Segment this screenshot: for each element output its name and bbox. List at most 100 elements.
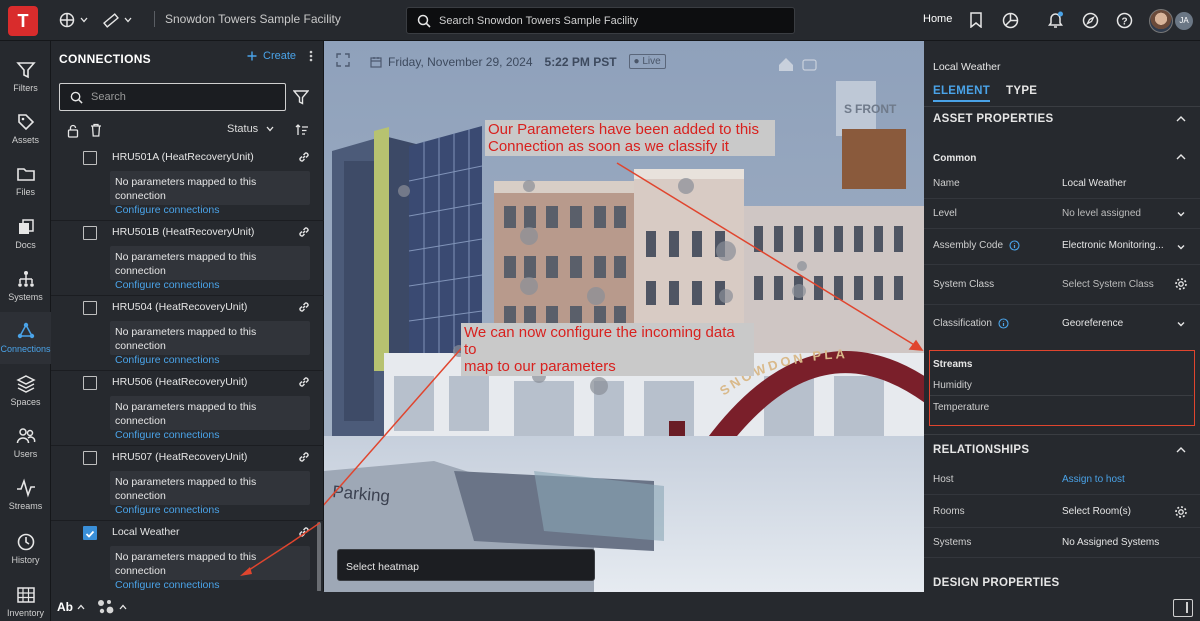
filter-button[interactable] [291, 87, 311, 107]
sidebar-item-filters[interactable]: Filters [0, 51, 51, 103]
user-avatar[interactable]: JA [1149, 8, 1193, 34]
configure-connections-link[interactable]: Configure connections [115, 503, 305, 517]
bubbles-icon[interactable] [96, 598, 116, 616]
connection-checkbox[interactable] [83, 376, 97, 390]
pulse-icon [16, 478, 35, 498]
info-icon[interactable] [998, 318, 1009, 329]
sidebar-item-systems[interactable]: Systems [0, 260, 51, 312]
select-rooms-value[interactable]: Select Room(s) [1062, 506, 1174, 517]
gear-icon[interactable] [1174, 505, 1188, 519]
sort-order-icon[interactable] [295, 123, 309, 137]
sidebar-item-label: Systems [8, 292, 43, 302]
trash-icon[interactable] [90, 123, 102, 137]
sidebar-item-connections[interactable]: Connections [0, 312, 51, 364]
connection-name: HRU501A (HeatRecoveryUnit) [112, 151, 254, 163]
connection-status-box: No parameters mapped to this connection C… [110, 321, 310, 366]
configure-connections-link[interactable]: Configure connections [115, 428, 305, 442]
chevron-up-icon[interactable] [1176, 153, 1186, 161]
app-logo[interactable]: T [8, 6, 38, 36]
sidebar-item-inventory[interactable]: Inventory [0, 576, 51, 621]
tag-icon [17, 114, 34, 131]
sidebar-item-history[interactable]: History [0, 523, 51, 575]
live-badge[interactable]: ● Live [628, 54, 666, 69]
connections-search[interactable] [59, 83, 286, 111]
orbit-tool-button[interactable] [58, 9, 88, 31]
bookmark-button[interactable] [966, 10, 986, 30]
sidebar-item-users[interactable]: Users [0, 417, 51, 469]
configure-connections-link[interactable]: Configure connections [115, 353, 305, 367]
explore-button[interactable] [1080, 10, 1100, 30]
prop-key: System Class [933, 279, 995, 290]
level-dropdown[interactable]: No level assigned [1062, 208, 1174, 219]
link-icon[interactable] [297, 225, 311, 239]
connection-item[interactable]: HRU506 (HeatRecoveryUnit) No parameters m… [51, 371, 324, 446]
info-icon[interactable] [1009, 240, 1020, 251]
assign-host-link[interactable]: Assign to host [1062, 474, 1174, 485]
global-search-input[interactable] [439, 14, 779, 27]
folder-icon [16, 168, 35, 181]
sidebar-item-spaces[interactable]: Spaces [0, 365, 51, 417]
link-icon[interactable] [297, 150, 311, 164]
configure-connections-link[interactable]: Configure connections [115, 278, 305, 292]
systems-value: No Assigned Systems [1062, 537, 1160, 548]
global-search[interactable] [406, 7, 795, 34]
create-connection-button[interactable]: Create [247, 50, 296, 62]
notifications-button[interactable] [1045, 10, 1065, 30]
text-style-button[interactable]: Ab [57, 600, 73, 614]
home-link[interactable]: Home [923, 13, 952, 25]
connection-checkbox[interactable] [83, 526, 97, 540]
prop-key: Level [933, 208, 957, 219]
heatmap-selector[interactable]: Select heatmap [337, 549, 595, 581]
connections-icon [17, 322, 34, 339]
sidebar-item-docs[interactable]: Docs [0, 208, 51, 260]
assembly-code-dropdown[interactable]: Electronic Monitoring... [1062, 240, 1174, 251]
status-sort-dropdown[interactable]: Status [227, 123, 274, 135]
configure-connections-link[interactable]: Configure connections [115, 203, 305, 217]
connection-checkbox[interactable] [83, 451, 97, 465]
tab-type[interactable]: TYPE [1006, 85, 1037, 102]
stream-humidity[interactable]: Humidity [933, 380, 972, 391]
sidebar-item-assets[interactable]: Assets [0, 103, 51, 155]
connection-name: HRU506 (HeatRecoveryUnit) [112, 376, 248, 388]
connection-item[interactable]: HRU507 (HeatRecoveryUnit) No parameters m… [51, 446, 324, 521]
sidebar-item-files[interactable]: Files [0, 155, 51, 207]
chevron-up-icon[interactable] [1176, 115, 1186, 123]
sidebar-item-streams[interactable]: Streams [0, 469, 51, 521]
stream-temperature[interactable]: Temperature [933, 402, 989, 413]
more-options-button[interactable] [305, 49, 317, 65]
connection-checkbox[interactable] [83, 226, 97, 240]
prop-value[interactable]: Local Weather [1062, 178, 1174, 189]
3d-viewport[interactable]: S FRONT SN WDON PLA Parking Friday, Nove… [324, 41, 924, 592]
dashboard-button[interactable] [1000, 10, 1020, 30]
chevron-down-icon[interactable] [1174, 207, 1188, 221]
connection-item[interactable]: HRU504 (HeatRecoveryUnit) No parameters m… [51, 296, 324, 371]
chevron-down-icon [124, 17, 132, 23]
classification-dropdown[interactable]: Georeference [1062, 318, 1174, 329]
connection-item[interactable]: HRU501A (HeatRecoveryUnit) No parameters … [51, 146, 324, 221]
chevron-up-icon[interactable] [1176, 446, 1186, 454]
link-icon[interactable] [297, 375, 311, 389]
prop-key: Rooms [933, 506, 965, 517]
system-class-value[interactable]: Select System Class [1062, 279, 1174, 290]
link-icon[interactable] [297, 300, 311, 314]
unlock-icon[interactable] [67, 124, 79, 138]
create-label: Create [263, 50, 297, 62]
tab-element[interactable]: ELEMENT [933, 85, 991, 102]
chevron-up-icon[interactable] [77, 603, 85, 611]
connection-checkbox[interactable] [83, 301, 97, 315]
link-icon[interactable] [297, 450, 311, 464]
toggle-panel-icon[interactable] [1173, 599, 1193, 617]
chevron-down-icon[interactable] [1174, 240, 1188, 254]
measure-tool-button[interactable] [102, 9, 132, 31]
gear-icon[interactable] [1174, 277, 1188, 291]
connection-status-box: No parameters mapped to this connection C… [110, 396, 310, 441]
connections-search-input[interactable] [91, 91, 271, 103]
connection-checkbox[interactable] [83, 151, 97, 165]
chevron-up-icon[interactable] [119, 603, 127, 611]
chevron-down-icon[interactable] [1174, 317, 1188, 331]
connection-item[interactable]: HRU501B (HeatRecoveryUnit) No parameters … [51, 221, 324, 296]
plus-icon [247, 51, 257, 61]
timeline-date[interactable]: Friday, November 29, 2024 5:22 PM PST ● … [370, 54, 666, 69]
fullscreen-icon[interactable] [336, 53, 350, 67]
help-button[interactable]: ? [1114, 10, 1134, 30]
